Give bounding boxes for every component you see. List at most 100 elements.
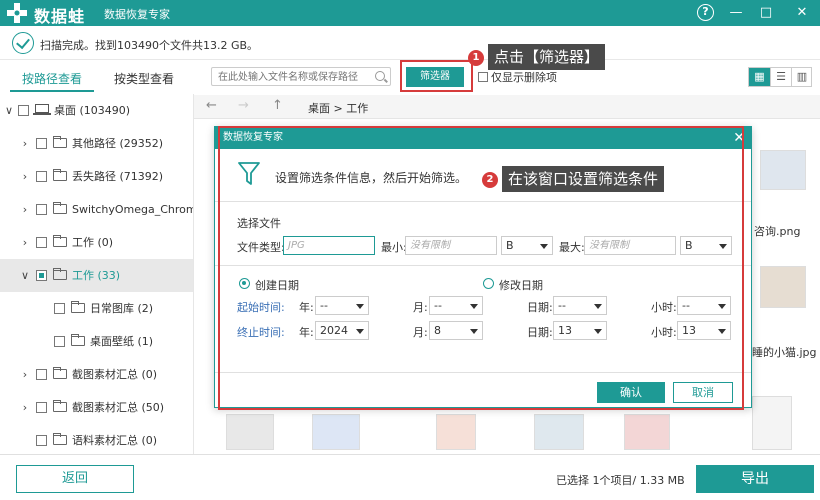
view-toggle: ▦ ☰ ▥ [748, 67, 812, 87]
document-file-icon[interactable] [752, 396, 792, 450]
folder-icon [53, 202, 67, 214]
help-button[interactable]: ? [696, 3, 716, 23]
tree-item-corpus[interactable]: 语料素材汇总 (0) [0, 424, 193, 454]
navigation-bar: ← → ↑ 桌面 > 工作 [194, 95, 820, 119]
tree-item-label: 桌面壁纸 (1) [90, 335, 154, 348]
word-file-icon[interactable] [312, 414, 360, 450]
brand-name: 数据蛙 [34, 7, 86, 26]
tree-checkbox[interactable] [36, 435, 47, 446]
selection-info: 已选择 1个项目/ 1.33 MB [556, 474, 685, 487]
grid-view-icon[interactable]: ▦ [749, 68, 770, 86]
back-button[interactable]: 返回 [16, 465, 134, 493]
chevron-right-icon[interactable]: › [18, 160, 32, 193]
chevron-right-icon[interactable]: › [18, 127, 32, 160]
tree-item-daily-gallery[interactable]: 日常图库 (2) [0, 292, 193, 325]
computer-icon [33, 104, 51, 115]
chevron-right-icon[interactable]: › [18, 391, 32, 424]
step-badge-1: 1 [468, 50, 484, 66]
minimize-button[interactable]: — [726, 3, 746, 23]
tree-checkbox[interactable] [36, 204, 47, 215]
chevron-right-icon[interactable]: › [18, 226, 32, 259]
folder-icon [71, 334, 85, 346]
file-name: 睡的小猫.jpg [752, 346, 817, 359]
search-icon[interactable] [375, 71, 385, 81]
forward-arrow-icon[interactable]: → [238, 98, 249, 113]
chevron-down-icon[interactable]: ∨ [2, 94, 16, 127]
tree-item-work-empty[interactable]: › 工作 (0) [0, 226, 193, 259]
back-arrow-icon[interactable]: ← [206, 98, 217, 113]
folder-icon [53, 136, 67, 148]
chevron-down-icon[interactable]: ∨ [18, 259, 32, 292]
export-button[interactable]: 导出 [696, 465, 814, 493]
tree-checkbox[interactable] [54, 336, 65, 347]
tree-item-label: 桌面 (103490) [54, 104, 131, 117]
filter-button[interactable]: 筛选器 [406, 67, 464, 87]
app-subtitle: 数据恢复专家 [104, 8, 170, 21]
folder-icon [53, 433, 67, 445]
folder-icon [53, 235, 67, 247]
file-thumbnail[interactable] [760, 266, 806, 308]
maximize-button[interactable]: □ [756, 3, 776, 23]
tree-checkbox[interactable] [36, 171, 47, 182]
tree-checkbox[interactable] [36, 369, 47, 380]
tree-item-switchyomega[interactable]: › SwitchyOmega_Chromium [0, 193, 193, 226]
dialog-highlight-box [218, 126, 744, 410]
bottom-bar: 返回 已选择 1个项目/ 1.33 MB 导出 [0, 454, 820, 500]
tree-item-screenshot[interactable]: › 截图素材汇总 (50) [0, 391, 193, 424]
tab-by-path[interactable]: 按路径查看 [10, 66, 94, 92]
folder-tree: ∨ 桌面 (103490) › 其他路径 (29352) › 丢失路径 (713… [0, 94, 194, 454]
file-thumbnail[interactable] [760, 150, 806, 190]
up-arrow-icon[interactable]: ↑ [272, 98, 283, 113]
tree-item-label: 截图素材汇总 (50) [72, 401, 165, 414]
search-input[interactable] [218, 70, 368, 84]
close-button[interactable]: ✕ [792, 3, 812, 23]
tree-item-lost-paths[interactable]: › 丢失路径 (71392) [0, 160, 193, 193]
tree-checkbox[interactable] [36, 270, 47, 281]
search-box[interactable] [211, 67, 391, 86]
tree-checkbox[interactable] [36, 237, 47, 248]
file-thumbnail[interactable] [226, 414, 274, 450]
tree-item-label: 其他路径 (29352) [72, 137, 164, 150]
tree-item-other-paths[interactable]: › 其他路径 (29352) [0, 127, 193, 160]
deleted-only-checkbox[interactable]: 仅显示删除项 [478, 69, 557, 85]
callout-2: 在该窗口设置筛选条件 [502, 166, 665, 192]
checkbox-icon[interactable] [478, 72, 488, 82]
tree-checkbox[interactable] [36, 138, 47, 149]
tree-item-label: 工作 (33) [72, 269, 121, 282]
folder-icon [71, 301, 85, 313]
tree-checkbox[interactable] [36, 402, 47, 413]
tree-checkbox[interactable] [54, 303, 65, 314]
tree-item-label: 丢失路径 (71392) [72, 170, 164, 183]
pdf-file-icon[interactable] [624, 414, 670, 450]
scan-status-text: 扫描完成。找到103490个文件共13.2 GB。 [40, 39, 259, 52]
folder-icon [53, 400, 67, 412]
tree-item-label: 截图素材汇总 (0) [72, 368, 158, 381]
scan-status-bar: 扫描完成。找到103490个文件共13.2 GB。 [0, 26, 820, 60]
tree-item-desktop[interactable]: ∨ 桌面 (103490) [0, 94, 193, 127]
tree-item-label: SwitchyOmega_Chromium [72, 203, 193, 216]
tab-by-type[interactable]: 按类型查看 [102, 66, 186, 92]
deleted-only-label: 仅显示删除项 [491, 71, 557, 84]
folder-icon [53, 367, 67, 379]
tree-item-screenshot-empty[interactable]: › 截图素材汇总 (0) [0, 358, 193, 391]
callout-1: 点击【筛选器】 [488, 44, 606, 70]
tree-item-label: 语料素材汇总 (0) [72, 434, 158, 447]
ppt-file-icon[interactable] [436, 414, 476, 450]
tree-item-work[interactable]: ∨ 工作 (33) [0, 259, 193, 292]
folder-icon [53, 268, 67, 280]
list-view-icon[interactable]: ☰ [770, 68, 791, 86]
help-icon: ? [697, 4, 714, 21]
title-bar: 数据蛙 数据恢复专家 ? — □ ✕ [0, 0, 820, 26]
chevron-right-icon[interactable]: › [18, 358, 32, 391]
check-circle-icon [12, 32, 34, 54]
tree-item-wallpaper[interactable]: 桌面壁纸 (1) [0, 325, 193, 358]
tree-item-label: 工作 (0) [72, 236, 114, 249]
tree-item-label: 日常图库 (2) [90, 302, 154, 315]
tree-checkbox[interactable] [18, 105, 29, 116]
detail-view-icon[interactable]: ▥ [791, 68, 812, 86]
file-name: 咨询.png [754, 225, 801, 238]
app-logo-icon [7, 3, 27, 23]
file-thumbnail[interactable] [534, 414, 584, 450]
chevron-right-icon[interactable]: › [18, 193, 32, 226]
folder-icon [53, 169, 67, 181]
